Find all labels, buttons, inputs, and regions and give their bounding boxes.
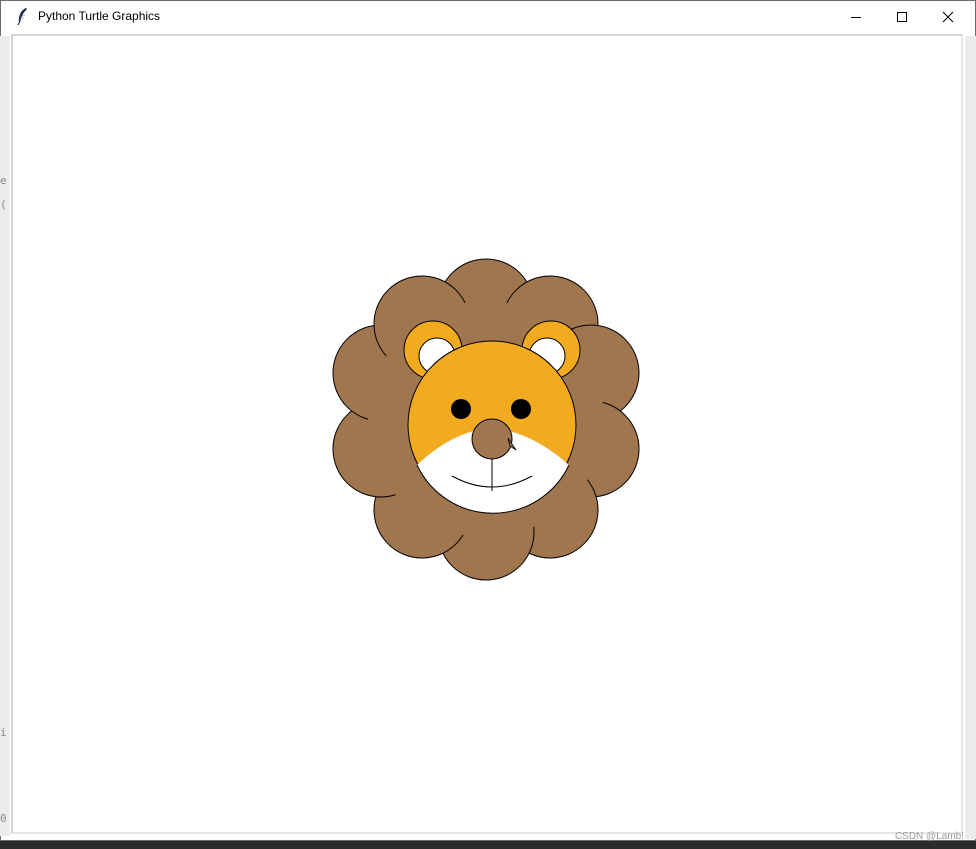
feather-icon bbox=[17, 8, 27, 25]
maximize-icon bbox=[897, 11, 907, 22]
turtle-canvas[interactable] bbox=[11, 34, 963, 834]
editor-gutter-glyph: ( bbox=[0, 198, 7, 211]
minimize-icon bbox=[851, 16, 861, 18]
watermark: CSDN @Lamb! bbox=[894, 831, 964, 842]
close-icon bbox=[942, 11, 954, 22]
lion-nose bbox=[471, 418, 513, 460]
window-title: Python Turtle Graphics bbox=[38, 9, 161, 23]
editor-gutter-glyph: i bbox=[0, 726, 7, 739]
left-eye bbox=[451, 399, 471, 419]
editor-edge-left bbox=[0, 36, 10, 836]
lion-drawing bbox=[332, 258, 640, 581]
editor-gutter-glyph: e bbox=[0, 174, 7, 187]
close-button[interactable] bbox=[925, 1, 971, 32]
right-eye bbox=[511, 399, 531, 419]
maximize-button[interactable] bbox=[879, 1, 925, 32]
minimize-button[interactable] bbox=[833, 1, 879, 32]
title-bar[interactable]: Python Turtle Graphics bbox=[1, 1, 975, 32]
editor-gutter-glyph: 0 bbox=[0, 812, 7, 825]
editor-edge-right bbox=[965, 36, 976, 839]
